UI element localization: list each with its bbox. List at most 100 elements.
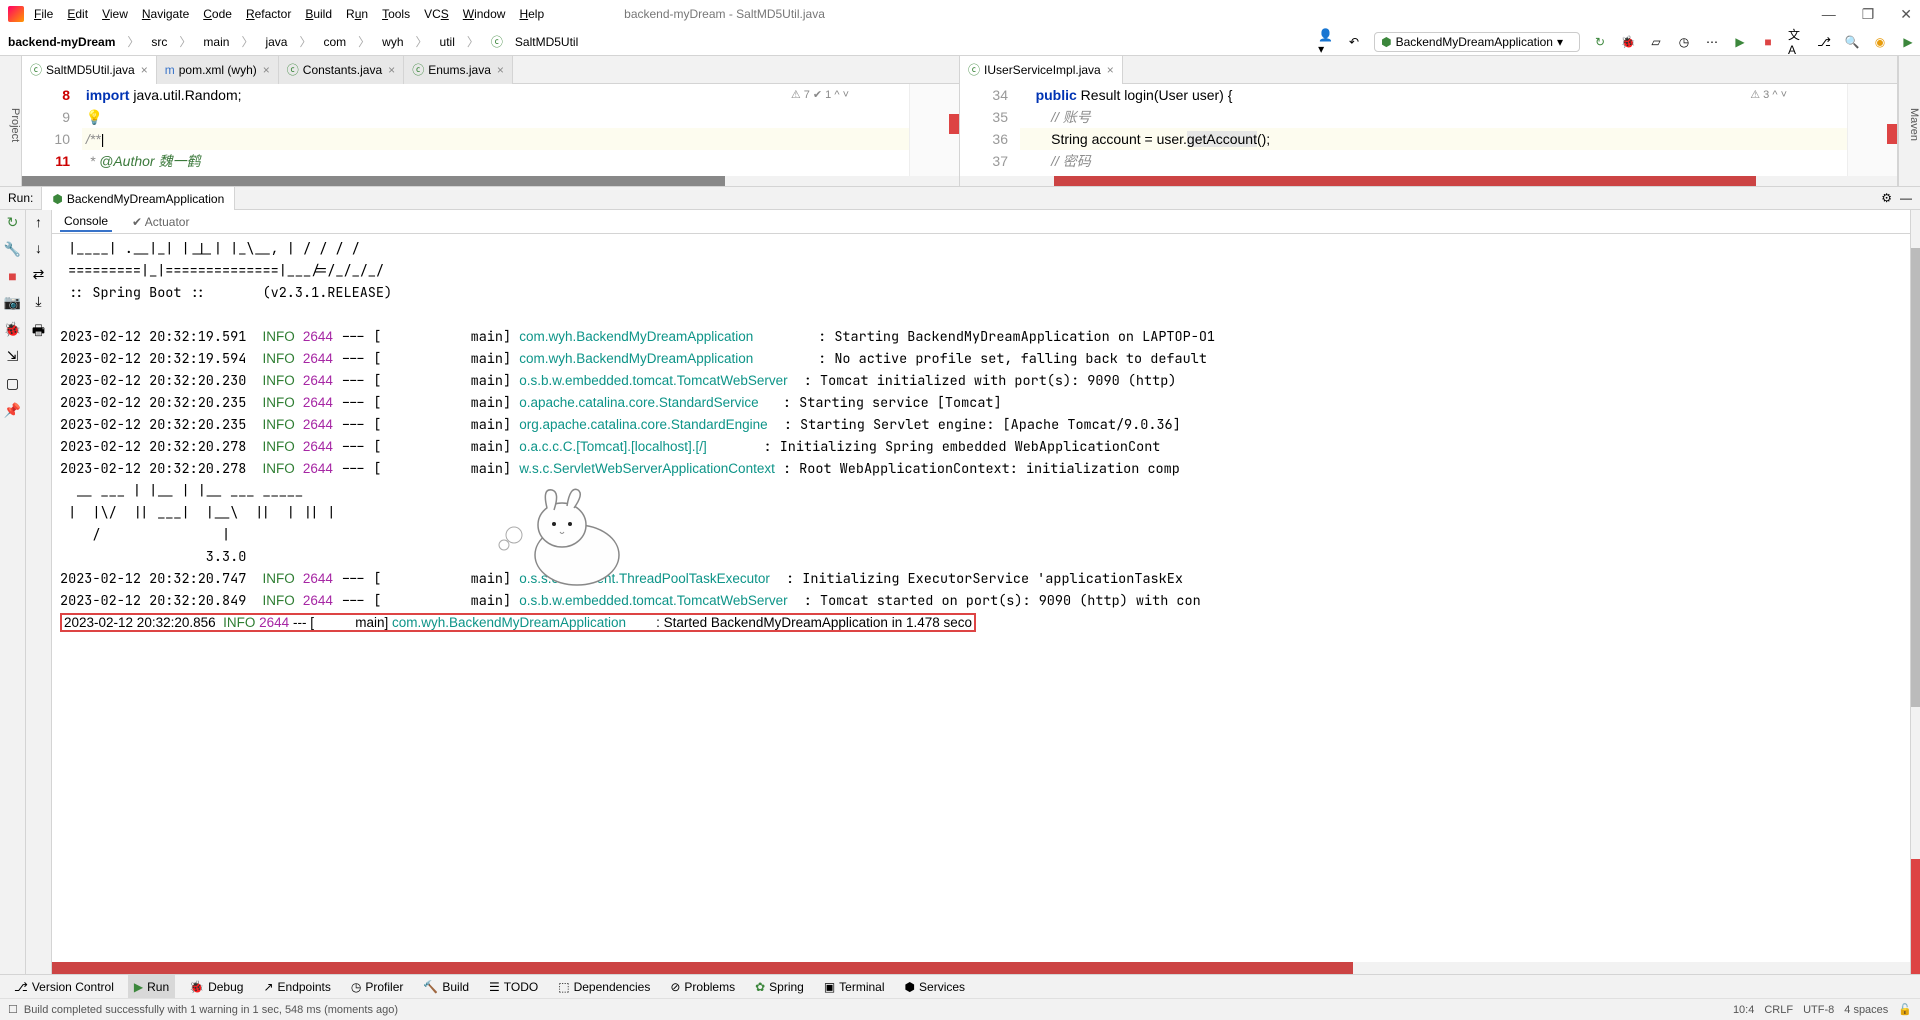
up-icon[interactable]: ↑ — [35, 214, 42, 230]
play2-icon[interactable]: ▶ — [1900, 34, 1916, 50]
close-button[interactable]: ✕ — [1900, 6, 1912, 23]
actuator-tab[interactable]: ✔ Actuator — [128, 213, 193, 231]
run-config-label: BackendMyDreamApplication — [1396, 35, 1553, 49]
stop-icon[interactable]: ■ — [8, 268, 16, 284]
title-bar: File Edit View Navigate Code Refactor Bu… — [0, 0, 1920, 28]
print-icon[interactable]: 🖶 — [32, 320, 45, 344]
caret-position[interactable]: 10:4 — [1733, 1004, 1754, 1016]
minimize-button[interactable]: — — [1822, 6, 1836, 23]
debug-button[interactable]: 🐞 Debug — [183, 975, 249, 999]
project-tool[interactable]: Project — [9, 64, 21, 186]
tab-constants[interactable]: ⓒConstants.java× — [279, 56, 404, 84]
git-icon[interactable]: ⎇ — [1816, 34, 1832, 50]
softwrap-icon[interactable]: ⇄ — [33, 266, 45, 283]
tab-saltmd5util[interactable]: ⓒSaltMD5Util.java× — [22, 56, 157, 84]
crumb[interactable]: com — [319, 33, 350, 51]
editor-right-body[interactable]: 34 35 36 37 38 ⚠ 3 ^ ˅ public Result log… — [960, 84, 1897, 176]
terminal-button[interactable]: ▣ Terminal — [818, 975, 891, 999]
menu-edit[interactable]: Edit — [67, 7, 88, 21]
hide-icon[interactable]: — — [1900, 191, 1912, 205]
tab-enums[interactable]: ⓒEnums.java× — [404, 56, 513, 84]
vscroll-console[interactable] — [1910, 210, 1920, 974]
play-icon[interactable]: ▶ — [1732, 34, 1748, 50]
run-config-selector[interactable]: ⬢BackendMyDreamApplication▾ — [1374, 32, 1580, 52]
crumb[interactable]: src — [147, 33, 171, 51]
minimap-right[interactable] — [1847, 84, 1897, 176]
inspections-right[interactable]: ⚠ 3 ^ ˅ — [1750, 88, 1787, 101]
menu-file[interactable]: File — [34, 7, 53, 21]
menu-view[interactable]: View — [102, 7, 128, 21]
exit-icon[interactable]: ⇲ — [7, 348, 19, 365]
line-sep[interactable]: CRLF — [1764, 1004, 1793, 1016]
readonly-icon[interactable]: 🔓 — [1898, 1003, 1912, 1016]
attach-icon[interactable]: ⋯ — [1704, 34, 1720, 50]
menu-window[interactable]: Window — [463, 7, 506, 21]
console-tab[interactable]: Console — [60, 212, 112, 232]
console-output[interactable]: |____| .__|_| |_|_| |_\__, | / / / / ===… — [52, 234, 1910, 962]
hscroll-console[interactable] — [52, 962, 1910, 974]
wrench-icon[interactable]: 🔧 — [4, 241, 21, 258]
inspections-left[interactable]: ⚠ 7 ✔ 1 ^ ˅ — [791, 88, 849, 101]
run-button[interactable]: ▶ Run — [128, 975, 175, 999]
gear-icon[interactable]: ⚙ — [1881, 191, 1892, 205]
run-icon[interactable]: ↻ — [1592, 34, 1608, 50]
spring-button[interactable]: ✿ Spring — [749, 975, 810, 999]
stop-icon[interactable]: ■ — [1760, 34, 1776, 50]
code-area-left[interactable]: ⚠ 7 ✔ 1 ^ ˅ import java.util.Random; 💡 /… — [82, 84, 909, 176]
encoding[interactable]: UTF-8 — [1803, 1004, 1834, 1016]
crumb[interactable]: backend-myDream — [4, 33, 119, 51]
crumb[interactable]: java — [261, 33, 291, 51]
down-icon[interactable]: ↓ — [35, 240, 42, 256]
endpoints-button[interactable]: ↗ Endpoints — [257, 975, 336, 999]
menu-navigate[interactable]: Navigate — [142, 7, 189, 21]
gutter-line-numbers: 8 9 10 11 12 — [22, 84, 82, 176]
tab-pom[interactable]: mpom.xml (wyh)× — [157, 56, 279, 84]
translate-icon[interactable]: 文A — [1788, 34, 1804, 50]
menu-build[interactable]: Build — [305, 7, 332, 21]
ide-icon[interactable]: ◉ — [1872, 34, 1888, 50]
problems-button[interactable]: ⊘ Problems — [664, 975, 741, 999]
hscroll-left[interactable] — [22, 176, 959, 186]
event-icon[interactable]: ☐ — [8, 1003, 18, 1016]
right-gutter[interactable]: Maven — [1898, 56, 1920, 186]
deps-button[interactable]: ⬚ Dependencies — [552, 975, 656, 999]
build-button[interactable]: 🔨 Build — [417, 975, 475, 999]
back-icon[interactable]: ↶ — [1346, 34, 1362, 50]
user-icon[interactable]: 👤▾ — [1318, 34, 1334, 50]
crumb[interactable]: main — [199, 33, 233, 51]
todo-button[interactable]: ☰ TODO — [483, 975, 544, 999]
run-tab[interactable]: ⬢BackendMyDreamApplication — [41, 186, 235, 210]
menu-refactor[interactable]: Refactor — [246, 7, 291, 21]
crumb[interactable]: SaltMD5Util — [511, 33, 582, 51]
left-gutter[interactable]: Project — [0, 56, 22, 186]
services-button[interactable]: ⬢ Services — [899, 975, 972, 999]
layout-icon[interactable]: ▢ — [6, 375, 19, 392]
profile-icon[interactable]: ◷ — [1676, 34, 1692, 50]
minimap-left[interactable] — [909, 84, 959, 176]
menu-help[interactable]: Help — [519, 7, 544, 21]
bug-icon[interactable]: 🐞 — [4, 321, 21, 338]
menu-tools[interactable]: Tools — [382, 7, 410, 21]
code-area-right[interactable]: ⚠ 3 ^ ˅ public Result login(User user) {… — [1020, 84, 1847, 176]
search-icon[interactable]: 🔍 — [1844, 34, 1860, 50]
menu-code[interactable]: Code — [203, 7, 232, 21]
hscroll-right[interactable] — [960, 176, 1897, 186]
camera-icon[interactable]: 📷 — [4, 294, 21, 311]
coverage-icon[interactable]: ▱ — [1648, 34, 1664, 50]
editor-left-body[interactable]: 8 9 10 11 12 ⚠ 7 ✔ 1 ^ ˅ import java.uti… — [22, 84, 959, 176]
crumb[interactable]: util — [436, 33, 459, 51]
indent[interactable]: 4 spaces — [1844, 1004, 1888, 1016]
vc-button[interactable]: ⎇ Version Control — [8, 975, 120, 999]
menu-run[interactable]: Run — [346, 7, 368, 21]
maximize-button[interactable]: ❐ — [1862, 6, 1875, 23]
maven-tool[interactable]: Maven — [1908, 64, 1920, 186]
tab-iuserserviceimpl[interactable]: ⓒIUserServiceImpl.java× — [960, 56, 1123, 84]
rerun-icon[interactable]: ↻ — [7, 214, 19, 231]
breadcrumb[interactable]: backend-myDream〉 src〉 main〉 java〉 com〉 w… — [4, 31, 582, 52]
debug-icon[interactable]: 🐞 — [1620, 34, 1636, 50]
menu-vcs[interactable]: VCS — [424, 7, 449, 21]
crumb[interactable]: wyh — [378, 33, 407, 51]
scroll-icon[interactable]: ⤓ — [35, 293, 41, 310]
pin-icon[interactable]: 📌 — [4, 402, 21, 419]
profiler-button[interactable]: ◷ Profiler — [345, 975, 410, 999]
